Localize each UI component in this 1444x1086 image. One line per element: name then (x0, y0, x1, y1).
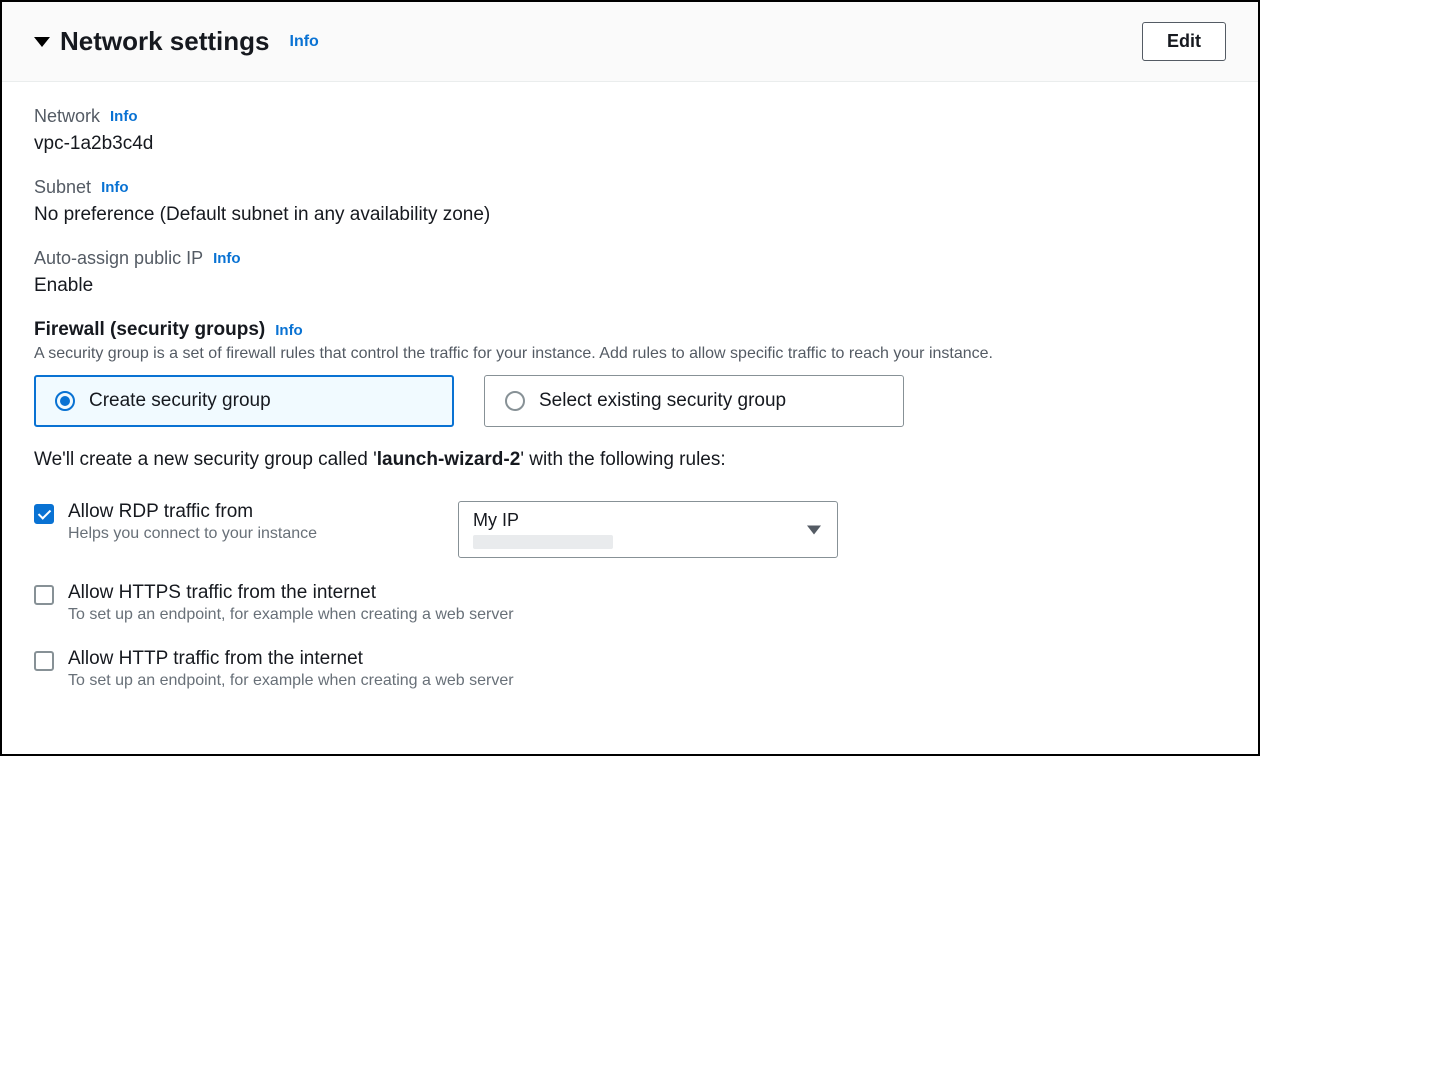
create-sg-prefix: We'll create a new security group called… (34, 449, 377, 470)
create-sg-text: We'll create a new security group called… (34, 449, 1226, 471)
https-description: To set up an endpoint, for example when … (68, 606, 1226, 624)
rule-rdp-row: Allow RDP traffic from Helps you connect… (34, 501, 1226, 558)
http-description: To set up an endpoint, for example when … (68, 672, 1226, 690)
radio-existing-label: Select existing security group (539, 390, 786, 412)
rdp-select-ip-redacted (473, 535, 613, 549)
checkbox-allow-https[interactable] (34, 585, 54, 605)
panel-title: Network settings (60, 26, 270, 57)
radio-icon (505, 391, 525, 411)
panel-body: Network Info vpc-1a2b3c4d Subnet Info No… (2, 82, 1258, 754)
radio-select-existing-security-group[interactable]: Select existing security group (484, 375, 904, 427)
panel-header: Network settings Info Edit (2, 2, 1258, 82)
subnet-value: No preference (Default subnet in any ava… (34, 204, 1226, 226)
create-sg-name: launch-wizard-2 (377, 449, 521, 470)
firewall-radio-group: Create security group Select existing se… (34, 375, 1226, 427)
create-sg-suffix: ' with the following rules: (520, 449, 725, 470)
collapse-caret-icon[interactable] (34, 37, 50, 47)
header-left: Network settings Info (34, 26, 319, 57)
auto-assign-field: Auto-assign public IP Info Enable (34, 248, 1226, 297)
subnet-info-link[interactable]: Info (101, 179, 129, 196)
subnet-label: Subnet (34, 177, 91, 198)
auto-assign-info-link[interactable]: Info (213, 250, 241, 267)
network-label: Network (34, 106, 100, 127)
radio-create-security-group[interactable]: Create security group (34, 375, 454, 427)
firewall-section: Firewall (security groups) Info A securi… (34, 319, 1226, 690)
http-label: Allow HTTP traffic from the internet (68, 648, 1226, 670)
rdp-select-value: My IP (473, 510, 823, 531)
rdp-label: Allow RDP traffic from (68, 501, 444, 523)
https-label: Allow HTTPS traffic from the internet (68, 582, 1226, 604)
rdp-source-select[interactable]: My IP (458, 501, 838, 558)
network-value: vpc-1a2b3c4d (34, 133, 1226, 155)
edit-button[interactable]: Edit (1142, 22, 1226, 61)
firewall-info-link[interactable]: Info (275, 322, 303, 339)
rule-https-row: Allow HTTPS traffic from the internet To… (34, 582, 1226, 624)
checkbox-allow-http[interactable] (34, 651, 54, 671)
rdp-description: Helps you connect to your instance (68, 525, 444, 543)
firewall-description: A security group is a set of firewall ru… (34, 345, 1226, 363)
chevron-down-icon (807, 525, 821, 534)
network-settings-panel: Network settings Info Edit Network Info … (0, 0, 1260, 756)
network-field: Network Info vpc-1a2b3c4d (34, 106, 1226, 155)
network-info-link[interactable]: Info (110, 108, 138, 125)
rule-http-row: Allow HTTP traffic from the internet To … (34, 648, 1226, 690)
header-info-link[interactable]: Info (290, 33, 319, 51)
radio-icon (55, 391, 75, 411)
auto-assign-value: Enable (34, 275, 1226, 297)
radio-create-label: Create security group (89, 390, 271, 412)
auto-assign-label: Auto-assign public IP (34, 248, 203, 269)
subnet-field: Subnet Info No preference (Default subne… (34, 177, 1226, 226)
checkbox-allow-rdp[interactable] (34, 504, 54, 524)
firewall-label: Firewall (security groups) (34, 319, 265, 341)
